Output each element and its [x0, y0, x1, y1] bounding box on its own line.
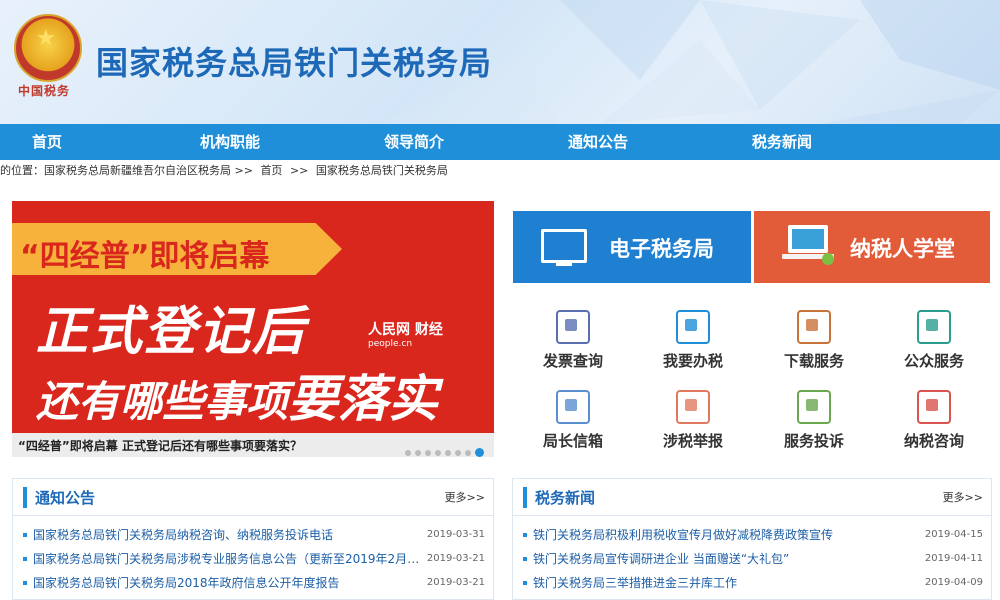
- carousel-dot[interactable]: [455, 450, 461, 456]
- notices-header: 通知公告 更多>>: [13, 479, 493, 516]
- breadcrumb-separator: >>: [289, 164, 309, 177]
- banner-caption[interactable]: “四经普”即将启幕 正式登记后还有哪些事项要落实？: [18, 437, 302, 454]
- main-nav: 首页 机构职能 领导简介 通知公告 税务新闻: [0, 124, 1000, 160]
- banner-subheadline-b: 要落实: [288, 370, 439, 428]
- news-panel: 税务新闻 更多>> 铁门关税务局积极利用税收宣传月做好减税降费政策宣传 2019-…: [512, 478, 992, 600]
- news-title: 税务新闻: [523, 487, 595, 508]
- notices-list-item[interactable]: 国家税务总局铁门关税务局2018年政府信息公开年度报告 2019-03-21: [23, 573, 485, 593]
- carousel-dot[interactable]: [475, 448, 484, 457]
- notices-item-date: 2019-03-21: [426, 577, 485, 588]
- breadcrumb: 的位置：国家税务总局新疆维吾尔自治区税务局 >> 首页 >> 国家税务总局铁门关…: [0, 162, 452, 180]
- news-item-date: 2019-04-09: [924, 577, 983, 588]
- carousel-dot[interactable]: [465, 450, 471, 456]
- news-item-title[interactable]: 铁门关税务局积极利用税收宣传月做好减税降费政策宣传: [533, 525, 833, 545]
- breadcrumb-home[interactable]: 首页: [260, 164, 282, 177]
- bullet-icon: [523, 533, 527, 537]
- site-header: ★ 中国税务 国家税务总局铁门关税务局: [0, 0, 1000, 124]
- people-logo-text: 人民网 财经: [368, 322, 443, 338]
- laptop-icon: [782, 225, 834, 265]
- grid-label: 服务投诉: [783, 432, 844, 450]
- grid-item-public-service[interactable]: 公众服务: [884, 310, 984, 371]
- banner-subheadline: 还有哪些事项要落实: [36, 359, 438, 431]
- notices-more-link[interactable]: 更多>>: [445, 489, 485, 505]
- grid-label: 涉税举报: [662, 432, 723, 450]
- grid-item-report[interactable]: 涉税举报: [643, 390, 743, 451]
- carousel-dot[interactable]: [405, 450, 411, 456]
- nav-leaders[interactable]: 领导简介: [384, 124, 444, 160]
- nav-functions[interactable]: 机构职能: [200, 124, 260, 160]
- bullet-icon: [23, 557, 27, 561]
- grid-item-chat[interactable]: 局长信箱: [523, 390, 623, 451]
- banner-top-text: “四经普”即将启幕: [20, 239, 270, 274]
- grid-label: 纳税咨询: [903, 432, 964, 450]
- bullet-icon: [23, 581, 27, 585]
- grid-label: 我要办税: [662, 352, 723, 370]
- notices-item-title[interactable]: 国家税务总局铁门关税务局纳税咨询、纳税服务投诉电话: [33, 525, 333, 545]
- bullet-icon: [23, 533, 27, 537]
- download-icon: [797, 310, 831, 344]
- grid-item-edit[interactable]: 服务投诉: [764, 390, 864, 451]
- notices-item-title[interactable]: 国家税务总局铁门关税务局涉税专业服务信息公告（更新至2019年2月1...: [33, 549, 423, 569]
- grid-item-invoice[interactable]: 发票查询: [523, 310, 623, 371]
- notices-item-date: 2019-03-21: [426, 553, 485, 564]
- nav-home[interactable]: 首页: [32, 124, 62, 160]
- notebook-icon: [676, 310, 710, 344]
- grid-item-phone[interactable]: 纳税咨询: [884, 390, 984, 451]
- grid-label: 局长信箱: [542, 432, 603, 450]
- invoice-icon: [556, 310, 590, 344]
- news-more-link[interactable]: 更多>>: [943, 489, 983, 505]
- notices-title: 通知公告: [23, 487, 95, 508]
- notices-item-title[interactable]: 国家税务总局铁门关税务局2018年政府信息公开年度报告: [33, 573, 340, 593]
- news-list-item[interactable]: 铁门关税务局三举措推进金三并库工作 2019-04-09: [523, 573, 983, 593]
- notices-panel: 通知公告 更多>> 国家税务总局铁门关税务局纳税咨询、纳税服务投诉电话 2019-…: [12, 478, 494, 600]
- monitor-icon: [541, 229, 587, 266]
- carousel-dot[interactable]: [435, 450, 441, 456]
- taxpayer-school-button[interactable]: 纳税人学堂: [754, 211, 990, 283]
- report-icon: [676, 390, 710, 424]
- grid-item-notebook[interactable]: 我要办税: [643, 310, 743, 371]
- grid-label: 下载服务: [783, 352, 844, 370]
- nav-news[interactable]: 税务新闻: [752, 124, 812, 160]
- phone-icon: [917, 390, 951, 424]
- grid-label: 发票查询: [542, 352, 603, 370]
- bullet-icon: [523, 557, 527, 561]
- site-title: 国家税务总局铁门关税务局: [96, 44, 493, 82]
- people-daily-logo: 人民网 财经 people.cn: [368, 319, 443, 349]
- people-logo-sub: people.cn: [368, 339, 413, 349]
- banner-caption-bar: “四经普”即将启幕 正式登记后还有哪些事项要落实？: [12, 433, 494, 457]
- notices-list-item[interactable]: 国家税务总局铁门关税务局纳税咨询、纳税服务投诉电话 2019-03-31: [23, 525, 485, 545]
- news-list-item[interactable]: 铁门关税务局积极利用税收宣传月做好减税降费政策宣传 2019-04-15: [523, 525, 983, 545]
- breadcrumb-prefix[interactable]: 的位置：国家税务总局新疆维吾尔自治区税务局 >>: [0, 164, 253, 177]
- banner-carousel[interactable]: “四经普”即将启幕 正式登记后 还有哪些事项要落实 人民网 财经 people.…: [12, 201, 494, 457]
- etax-button[interactable]: 电子税务局: [513, 211, 751, 283]
- breadcrumb-current[interactable]: 国家税务总局铁门关税务局: [316, 164, 448, 177]
- banner-subheadline-a: 还有哪些事项: [36, 377, 289, 426]
- tax-emblem-icon: ★: [14, 14, 82, 82]
- carousel-dot[interactable]: [425, 450, 431, 456]
- carousel-dots: [401, 441, 484, 457]
- banner-headline: 正式登记后: [36, 302, 307, 362]
- news-list-item[interactable]: 铁门关税务局宣传调研进企业 当面赠送“大礼包” 2019-04-11: [523, 549, 983, 569]
- edit-icon: [797, 390, 831, 424]
- news-header: 税务新闻 更多>>: [513, 479, 991, 516]
- etax-label: 电子税务局: [609, 237, 714, 261]
- grid-label: 公众服务: [903, 352, 964, 370]
- carousel-dot[interactable]: [415, 450, 421, 456]
- news-item-date: 2019-04-15: [924, 529, 983, 540]
- news-item-title[interactable]: 铁门关税务局三举措推进金三并库工作: [533, 573, 737, 593]
- public-service-icon: [917, 310, 951, 344]
- emblem-caption: 中国税务: [18, 84, 71, 98]
- news-item-date: 2019-04-11: [924, 553, 983, 564]
- news-item-title[interactable]: 铁门关税务局宣传调研进企业 当面赠送“大礼包”: [533, 549, 789, 569]
- nav-notices[interactable]: 通知公告: [568, 124, 628, 160]
- chat-icon: [556, 390, 590, 424]
- notices-list-item[interactable]: 国家税务总局铁门关税务局涉税专业服务信息公告（更新至2019年2月1... 201…: [23, 549, 485, 569]
- grid-item-download[interactable]: 下载服务: [764, 310, 864, 371]
- notices-item-date: 2019-03-31: [426, 529, 485, 540]
- school-label: 纳税人学堂: [850, 237, 955, 261]
- carousel-dot[interactable]: [445, 450, 451, 456]
- bullet-icon: [523, 581, 527, 585]
